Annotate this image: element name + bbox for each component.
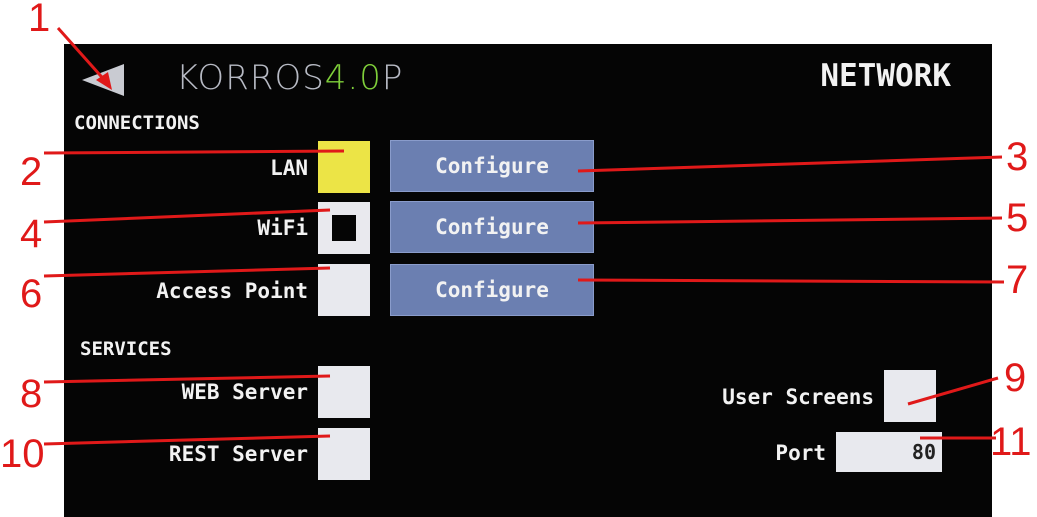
lan-configure-button[interactable]: Configure bbox=[390, 140, 594, 192]
access-point-label: Access Point bbox=[156, 279, 308, 303]
back-arrow-icon[interactable] bbox=[82, 64, 124, 96]
callout-number-6: 6 bbox=[20, 272, 43, 316]
callout-number-3: 3 bbox=[1006, 135, 1029, 179]
web-server-label: WEB Server bbox=[181, 380, 308, 404]
callout-number-5: 5 bbox=[1006, 196, 1029, 240]
rest-server-label: REST Server bbox=[168, 442, 308, 466]
callout-number-1: 1 bbox=[28, 0, 51, 40]
callout-number-8: 8 bbox=[20, 372, 43, 416]
section-services-heading: SERVICES bbox=[80, 338, 172, 360]
wifi-checkbox-inner bbox=[332, 215, 356, 241]
port-input[interactable]: 80 bbox=[836, 432, 942, 472]
callout-number-10: 10 bbox=[0, 432, 45, 476]
wifi-configure-button[interactable]: Configure bbox=[390, 201, 594, 253]
rest-server-checkbox[interactable] bbox=[318, 428, 370, 480]
callout-number-4: 4 bbox=[20, 212, 43, 256]
user-screens-label: User Screens bbox=[722, 385, 874, 409]
callout-number-7: 7 bbox=[1006, 258, 1029, 302]
access-point-checkbox[interactable] bbox=[318, 264, 370, 316]
port-label: Port bbox=[775, 441, 826, 465]
access-point-configure-button[interactable]: Configure bbox=[390, 264, 594, 316]
user-screens-checkbox[interactable] bbox=[884, 370, 936, 422]
wifi-checkbox[interactable] bbox=[318, 202, 370, 254]
callout-number-2: 2 bbox=[20, 150, 43, 194]
logo: KORROS4.0P bbox=[176, 58, 403, 98]
section-connections-heading: CONNECTIONS bbox=[74, 112, 200, 134]
lan-checkbox[interactable] bbox=[318, 141, 370, 193]
callout-number-9: 9 bbox=[1004, 356, 1027, 400]
lan-label: LAN bbox=[270, 156, 308, 180]
logo-text: KORROS bbox=[176, 58, 325, 98]
page-title: NETWORK bbox=[820, 58, 951, 94]
web-server-checkbox[interactable] bbox=[318, 366, 370, 418]
logo-end: P bbox=[381, 58, 404, 98]
callout-number-11: 11 bbox=[990, 420, 1032, 464]
wifi-label: WiFi bbox=[257, 216, 308, 240]
logo-accent: 4.0 bbox=[324, 58, 382, 98]
